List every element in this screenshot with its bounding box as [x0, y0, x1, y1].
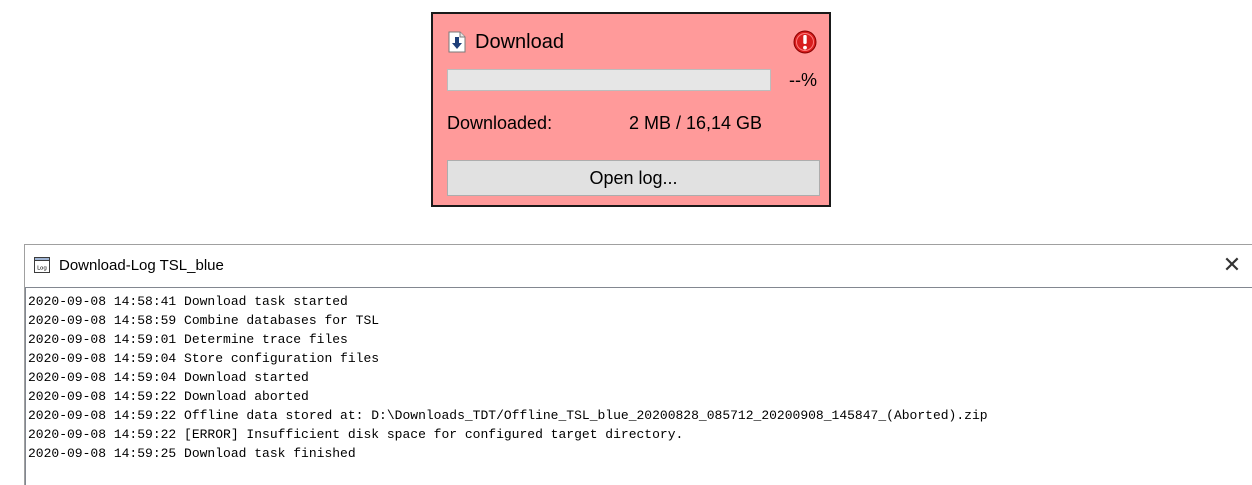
- log-line: 2020-09-08 14:59:01 Determine trace file…: [28, 332, 348, 347]
- open-log-button[interactable]: Open log...: [447, 160, 820, 196]
- log-line: 2020-09-08 14:58:41 Download task starte…: [28, 294, 348, 309]
- download-log-window: Log Download-Log TSL_blue ✕ 2020-09-08 1…: [24, 244, 1252, 485]
- log-file-icon: Log: [34, 257, 50, 273]
- panel-title: Download: [475, 31, 564, 53]
- log-line: 2020-09-08 14:59:22 [ERROR] Insufficient…: [28, 427, 684, 442]
- log-line: 2020-09-08 14:59:22 Download aborted: [28, 389, 309, 404]
- svg-text:Log: Log: [37, 266, 47, 272]
- log-line: 2020-09-08 14:58:59 Combine databases fo…: [28, 313, 380, 328]
- log-line: 2020-09-08 14:59:22 Offline data stored …: [28, 408, 988, 423]
- close-button[interactable]: ✕: [1216, 250, 1248, 280]
- log-line: 2020-09-08 14:59:04 Download started: [28, 370, 309, 385]
- error-exclamation-icon: [793, 30, 817, 54]
- close-icon: ✕: [1222, 252, 1242, 277]
- log-line: 2020-09-08 14:59:04 Store configuration …: [28, 351, 380, 366]
- log-line: 2020-09-08 14:59:25 Download task finish…: [28, 446, 356, 461]
- download-panel: Download --% Downloaded: 2 MB / 16,14 GB…: [431, 12, 831, 207]
- downloaded-value: 2 MB / 16,14 GB: [629, 113, 763, 133]
- download-arrow-icon: [448, 31, 466, 53]
- log-text-area[interactable]: 2020-09-08 14:58:41 Download task starte…: [25, 287, 1252, 485]
- panel-header: Download: [447, 30, 564, 54]
- progress-percent: --%: [789, 70, 817, 90]
- window-title: Download-Log TSL_blue: [59, 256, 224, 274]
- downloaded-label: Downloaded:: [447, 113, 553, 133]
- download-progress-bar: [447, 69, 771, 91]
- window-titlebar[interactable]: Log Download-Log TSL_blue: [25, 245, 1252, 285]
